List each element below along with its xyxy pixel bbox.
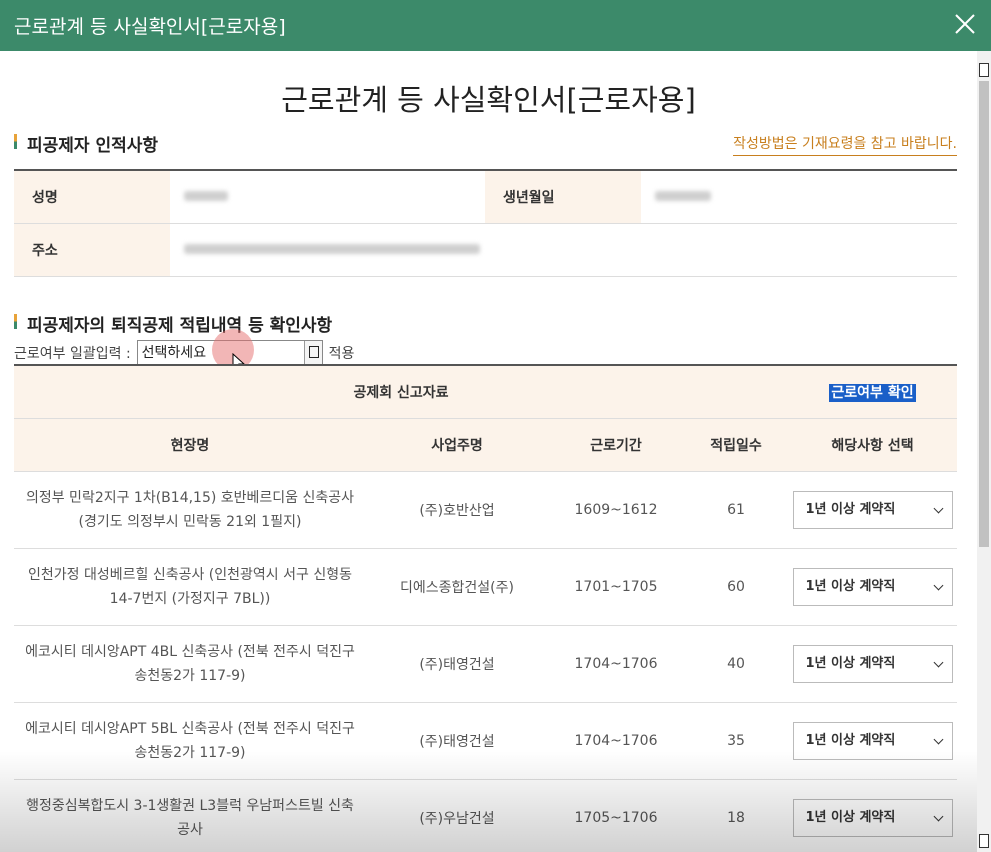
selection-value: 1년 이상 계약직 [805,578,896,594]
selection-value: 1년 이상 계약직 [805,809,896,825]
selection-dropdown[interactable]: 1년 이상 계약직 [792,567,953,606]
selection-cell: 1년 이상 계약직 [788,779,957,852]
birth-label: 생년월일 [485,170,641,224]
employer-name: 디에스종합건설(주) [366,548,548,626]
chevron-down-icon [933,811,943,821]
work-period: 1704~1706 [548,625,684,703]
employer-name: (주)우남건설 [366,779,548,852]
chevron-down-icon [933,734,943,744]
column-header-period: 근로기간 [548,418,684,472]
scrollbar-thumb[interactable] [979,81,989,547]
table-group-header-row: 공제회 신고자료 근로여부 확인 [14,365,957,419]
address-label: 주소 [14,223,170,277]
table-row: 의정부 민락2지구 1차(B14,15) 호반베르디움 신축공사 (경기도 의정… [14,471,957,549]
redacted-birth [655,190,711,201]
name-value [170,170,485,224]
name-label: 성명 [14,170,170,224]
work-period: 1705~1706 [548,779,684,852]
guide-link[interactable]: 작성방법은 기재요령을 참고 바랍니다. [733,133,957,156]
site-name: 행정중심복합도시 3-1생활권 L3블럭 우남퍼스트빌 신축공사 [14,779,366,852]
selection-cell: 1년 이상 계약직 [788,548,957,626]
work-check-header-label: 근로여부 확인 [829,383,916,402]
dropdown-button-icon[interactable] [303,341,322,365]
scroll-up-icon[interactable] [979,63,989,77]
employer-name: (주)호반산업 [366,471,548,549]
employer-name: (주)태영건설 [366,625,548,703]
table-row: 인천가정 대성베르힐 신축공사 (인천광역시 서구 신형동 14-7번지 (가정… [14,548,957,626]
section-savings-title: 피공제자의 퇴직공제 적립내역 등 확인사항 [14,311,332,336]
selection-value: 1년 이상 계약직 [805,501,896,517]
table-header-row: 현장명 사업주명 근로기간 적립일수 해당사항 선택 [14,418,957,472]
column-header-employer: 사업주명 [366,418,548,472]
work-period: 1704~1706 [548,702,684,780]
selection-value: 1년 이상 계약직 [805,732,896,748]
modal-content: 근로관계 등 사실확인서[근로자용] 피공제자 인적사항 작성방법은 기재요령을… [0,51,977,852]
accrued-days: 61 [684,471,788,549]
close-icon[interactable] [953,12,977,36]
redacted-name [184,190,228,201]
table-row: 행정중심복합도시 3-1생활권 L3블럭 우남퍼스트빌 신축공사 (주)우남건설… [14,779,957,852]
site-name: 에코시티 데시앙APT 5BL 신축공사 (전북 전주시 덕진구 송천동2가 1… [14,702,366,780]
document-title: 근로관계 등 사실확인서[근로자용] [281,83,696,117]
selection-cell: 1년 이상 계약직 [788,702,957,780]
bulk-input-label: 근로여부 일괄입력 : [14,346,131,362]
table-row: 주소 [14,223,957,277]
accrued-days: 40 [684,625,788,703]
chevron-down-icon [933,580,943,590]
birth-value [641,170,957,224]
chevron-down-icon [933,657,943,667]
column-header-site: 현장명 [14,418,366,472]
group-header-report: 공제회 신고자료 [14,365,788,419]
selection-cell: 1년 이상 계약직 [788,625,957,703]
vertical-scrollbar[interactable] [977,51,991,852]
accrued-days: 18 [684,779,788,852]
column-header-days: 적립일수 [684,418,788,472]
address-value [170,223,957,277]
employer-name: (주)태영건설 [366,702,548,780]
bulk-select-value: 선택하세요 [141,345,207,361]
table-row: 에코시티 데시앙APT 4BL 신축공사 (전북 전주시 덕진구 송천동2가 1… [14,625,957,703]
selection-cell: 1년 이상 계약직 [788,471,957,549]
site-name: 인천가정 대성베르힐 신축공사 (인천광역시 서구 신형동 14-7번지 (가정… [14,548,366,626]
selection-value: 1년 이상 계약직 [805,655,896,671]
selection-dropdown[interactable]: 1년 이상 계약직 [792,721,953,760]
work-period: 1609~1612 [548,471,684,549]
site-name: 의정부 민락2지구 1차(B14,15) 호반베르디움 신축공사 (경기도 의정… [14,471,366,549]
modal-title: 근로관계 등 사실확인서[근로자용] [14,16,286,38]
modal-titlebar: 근로관계 등 사실확인서[근로자용] [0,0,991,51]
selection-dropdown[interactable]: 1년 이상 계약직 [792,798,953,837]
apply-button[interactable]: 적용 [329,343,355,363]
work-period: 1701~1705 [548,548,684,626]
table-row: 에코시티 데시앙APT 5BL 신축공사 (전북 전주시 덕진구 송천동2가 1… [14,702,957,780]
redacted-address [184,243,480,254]
chevron-down-icon [933,503,943,513]
group-header-work-check: 근로여부 확인 [788,365,957,419]
savings-table: 공제회 신고자료 근로여부 확인 현장명 사업주명 근로기간 적립일수 해당사항… [14,364,957,852]
section-personal-info-title: 피공제자 인적사항 [14,131,158,156]
selection-dropdown[interactable]: 1년 이상 계약직 [792,644,953,683]
column-header-selection: 해당사항 선택 [788,418,957,472]
bulk-input-row: 근로여부 일괄입력 : 선택하세요 적용 [14,340,354,366]
scroll-down-icon[interactable] [979,834,989,848]
accrued-days: 35 [684,702,788,780]
accrued-days: 60 [684,548,788,626]
selection-dropdown[interactable]: 1년 이상 계약직 [792,490,953,529]
table-row: 성명 생년월일 [14,170,957,224]
personal-info-table: 성명 생년월일 주소 [14,169,957,277]
site-name: 에코시티 데시앙APT 4BL 신축공사 (전북 전주시 덕진구 송천동2가 1… [14,625,366,703]
